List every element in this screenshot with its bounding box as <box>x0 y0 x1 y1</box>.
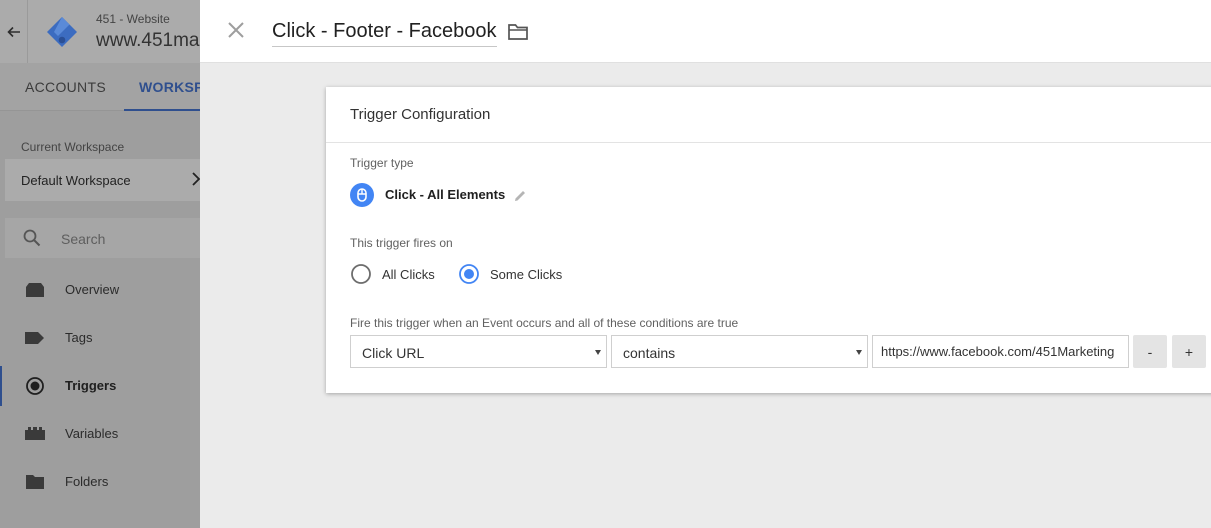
card-divider <box>326 142 1211 143</box>
close-icon[interactable] <box>226 20 246 40</box>
search-icon <box>23 229 41 247</box>
trigger-configuration-card: Trigger Configuration Trigger type Click… <box>326 87 1211 393</box>
variable-icon <box>25 427 45 440</box>
tag-icon <box>25 332 44 344</box>
search-box <box>5 218 205 258</box>
operator-select-value: contains <box>623 345 676 361</box>
gtm-logo-icon <box>47 17 77 47</box>
workspace-selector[interactable]: Default Workspace <box>5 159 205 201</box>
trigger-type-label: Trigger type <box>350 156 414 170</box>
variable-select-value: Click URL <box>362 345 425 361</box>
add-condition-button[interactable]: + <box>1172 335 1206 368</box>
container-name: www.451ma <box>96 30 200 51</box>
sidebar-item-label: Folders <box>65 474 109 489</box>
sidebar-item-label: Overview <box>65 282 120 297</box>
overview-icon <box>26 283 44 297</box>
trigger-name-field[interactable]: Click - Footer - Facebook <box>272 20 497 47</box>
sidebar-item-folders[interactable]: Folders <box>0 462 200 502</box>
header-divider <box>27 0 28 63</box>
dropdown-arrow-icon <box>856 350 862 355</box>
folder-icon <box>26 475 44 489</box>
pencil-icon[interactable] <box>514 189 527 202</box>
operator-select[interactable]: contains <box>611 335 868 368</box>
active-item-indicator <box>0 366 2 406</box>
radio-label-all-clicks[interactable]: All Clicks <box>382 267 435 282</box>
card-title: Trigger Configuration <box>350 106 491 123</box>
folder-outline-icon[interactable] <box>507 22 529 42</box>
back-button[interactable] <box>0 0 27 63</box>
remove-condition-button[interactable]: - <box>1133 335 1167 368</box>
trigger-icon <box>26 377 44 395</box>
panel-header: Click - Footer - Facebook <box>200 0 1211 63</box>
arrow-left-icon <box>6 26 20 37</box>
workspace-name: Default Workspace <box>21 173 131 188</box>
sidebar: Current Workspace Default Workspace Over… <box>0 112 205 528</box>
sidebar-item-label: Tags <box>65 330 93 345</box>
radio-label-some-clicks[interactable]: Some Clicks <box>490 267 562 282</box>
radio-some-clicks[interactable] <box>458 263 480 285</box>
sidebar-item-label: Variables <box>65 426 119 441</box>
sidebar-item-variables[interactable]: Variables <box>0 414 200 454</box>
radio-all-clicks[interactable] <box>350 263 372 285</box>
sidebar-item-tags[interactable]: Tags <box>0 318 200 358</box>
trigger-editor-panel: Click - Footer - Facebook Trigger Config… <box>200 0 1211 528</box>
sidebar-item-label: Triggers <box>65 378 117 393</box>
variable-select[interactable]: Click URL <box>350 335 607 368</box>
conditions-label: Fire this trigger when an Event occurs a… <box>350 316 739 330</box>
mouse-click-icon <box>350 183 374 207</box>
trigger-type-name[interactable]: Click - All Elements <box>385 187 505 202</box>
account-name: 451 - Website <box>96 12 170 26</box>
dropdown-arrow-icon <box>595 350 601 355</box>
condition-value-input[interactable] <box>872 335 1129 368</box>
search-input[interactable] <box>61 229 191 249</box>
tab-accounts[interactable]: ACCOUNTS <box>25 79 106 95</box>
current-workspace-label: Current Workspace <box>21 140 125 154</box>
fires-on-label: This trigger fires on <box>350 236 453 250</box>
sidebar-item-overview[interactable]: Overview <box>0 270 200 310</box>
sidebar-item-triggers[interactable]: Triggers <box>0 366 200 406</box>
